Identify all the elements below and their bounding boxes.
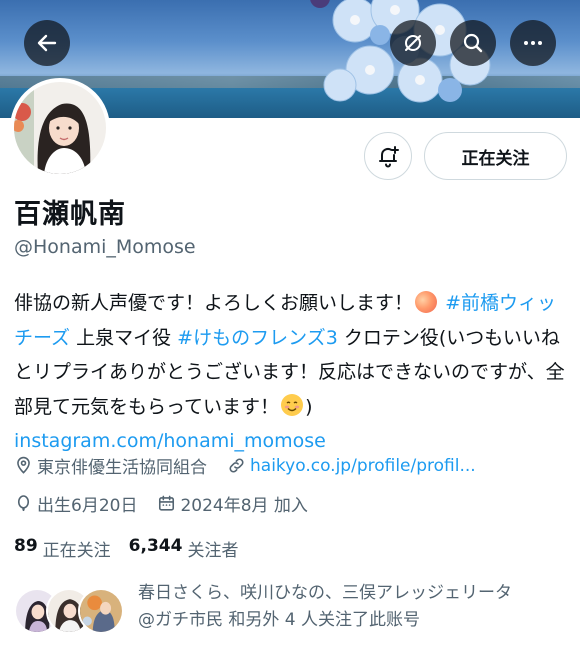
grok-button[interactable] [390, 20, 436, 66]
following-count: 89 [14, 536, 38, 556]
profile-meta-row: 東京俳優生活協同組合 haikyo.co.jp/profile/profil..… [14, 453, 496, 478]
bio-text: 俳協の新人声優です！よろしくお願いします！ [14, 292, 414, 314]
bio-text: 上泉マイ役 [70, 326, 178, 349]
joined-text: 2024年8月 加入 [180, 496, 308, 516]
bio-text: ) [305, 395, 313, 418]
peach-emoji-icon [415, 291, 438, 313]
mutual-followers-more: @ガチ市民 和另外 4 人关注了此账号 [138, 610, 421, 630]
joined-item: 2024年8月 加入 [157, 491, 308, 516]
mutual-avatars [14, 588, 126, 634]
followers-stat[interactable]: 6,344 关注者 [129, 536, 239, 561]
followers-count: 6,344 [128, 536, 183, 556]
location-item: 東京俳優生活協同組合 [14, 453, 207, 478]
avatar [78, 588, 124, 634]
search-button[interactable] [450, 20, 496, 66]
link-icon [229, 458, 244, 473]
profile-avatar[interactable] [10, 78, 110, 178]
following-stat[interactable]: 89 正在关注 [14, 536, 111, 561]
calendar-icon [159, 495, 175, 511]
following-button[interactable]: 正在关注 [424, 132, 567, 180]
profile-bio: 俳協の新人声優です！よろしくお願いします！ #前橋ウィッチーズ 上泉マイ役 #け… [14, 286, 570, 459]
arrow-left-icon [37, 34, 57, 52]
website-item[interactable]: haikyo.co.jp/profile/profil... [227, 456, 476, 476]
more-button[interactable] [510, 20, 556, 66]
user-handle: @Honami_Momose [14, 236, 196, 258]
follow-stats: 89 正在关注 6,344 关注者 [14, 536, 256, 561]
profile-meta-row: 出生6月20日 2024年8月 加入 [14, 491, 328, 516]
followers-label: 关注者 [187, 541, 239, 561]
more-icon [524, 41, 542, 45]
location-text: 東京俳優生活協同組合 [37, 458, 207, 478]
location-pin-icon [17, 456, 30, 474]
website-link[interactable]: haikyo.co.jp/profile/profil... [250, 456, 476, 476]
display-name: 百瀬帆南 [14, 199, 126, 230]
smiling-face-emoji-icon [281, 393, 304, 416]
hashtag-link[interactable]: #けものフレンズ3 [177, 327, 338, 349]
mutual-followers-names: 春日さくら、咲川ひなの、三俣アレッジェリータ [138, 583, 512, 603]
grok-icon [405, 35, 421, 51]
following-label: 正在关注 [42, 541, 111, 561]
followers-you-know[interactable]: 春日さくら、咲川ひなの、三俣アレッジェリータ @ガチ市民 和另外 4 人关注了此… [14, 580, 574, 640]
balloon-icon [17, 495, 30, 512]
instagram-link[interactable]: instagram.com/honami_momose [14, 430, 326, 452]
notification-toggle-button[interactable] [364, 132, 412, 180]
avatar-image [14, 82, 106, 174]
back-button[interactable] [24, 20, 70, 66]
search-icon [463, 33, 483, 53]
bell-plus-icon [379, 146, 399, 168]
birthday-item: 出生6月20日 [14, 491, 137, 516]
mutual-followers-text: 春日さくら、咲川ひなの、三俣アレッジェリータ @ガチ市民 和另外 4 人关注了此… [138, 580, 512, 634]
birthday-text: 出生6月20日 [37, 496, 138, 516]
